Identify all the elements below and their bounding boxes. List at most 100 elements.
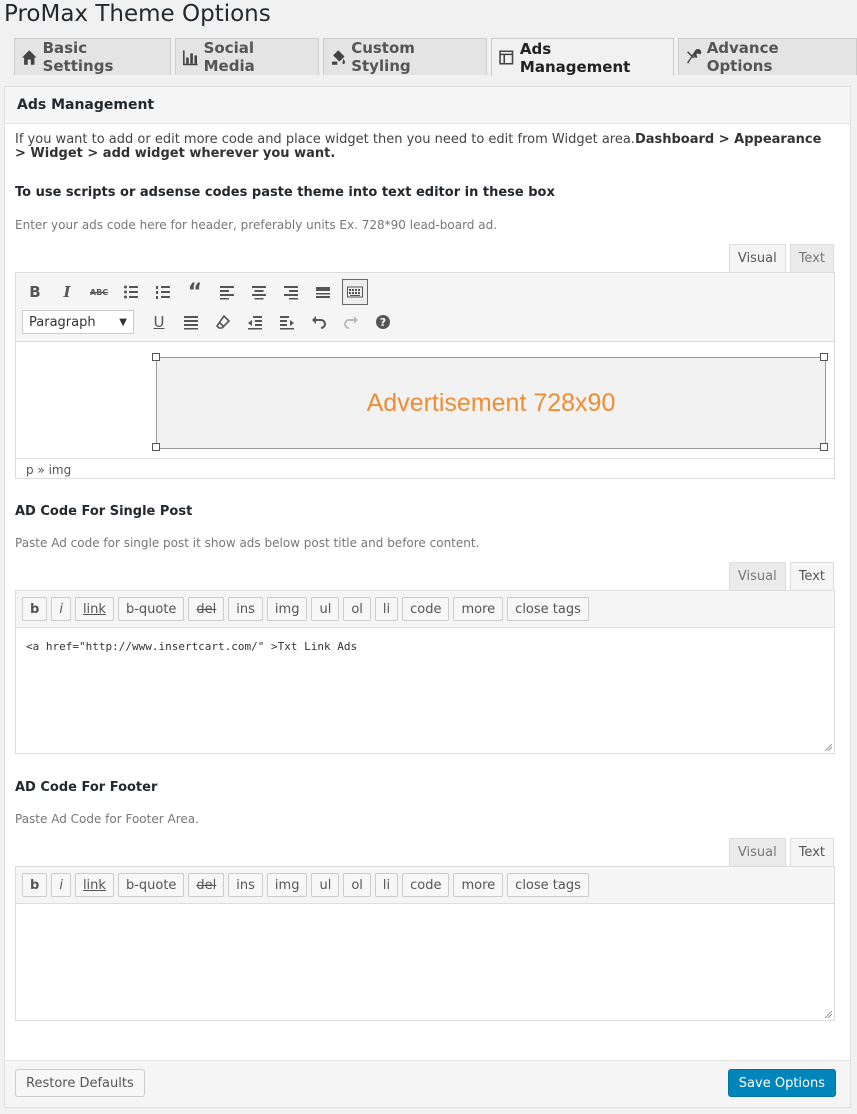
resize-handle-tl[interactable] <box>152 353 160 361</box>
redo-icon <box>344 316 358 329</box>
qt-ins-button[interactable]: ins <box>228 597 263 621</box>
tab-custom-styling[interactable]: Custom Styling <box>322 38 488 75</box>
single-text-tab[interactable]: Text <box>789 562 834 590</box>
footer-ad-editor: b i link b-quote del ins img ul ol li co… <box>15 866 835 1021</box>
scripts-title: To use scripts or adsense codes paste th… <box>15 185 555 200</box>
undo-button[interactable] <box>306 309 332 335</box>
qt-img-button[interactable]: img <box>266 873 308 897</box>
tab-social-media[interactable]: Social Media <box>175 38 319 75</box>
align-right-button[interactable] <box>278 279 304 305</box>
bullet-list-button[interactable] <box>118 279 144 305</box>
element-path: p » img <box>16 458 834 480</box>
toolbar-toggle-button[interactable] <box>342 279 368 305</box>
intro-text: If you want to add or edit more code and… <box>15 132 822 161</box>
qt-li-button[interactable]: li <box>374 597 399 621</box>
single-post-editor: b i link b-quote del ins img ul ol li co… <box>15 590 835 754</box>
qt-more-button[interactable]: more <box>453 873 504 897</box>
qt-more-button[interactable]: more <box>453 597 504 621</box>
qt-link-button[interactable]: link <box>74 597 114 621</box>
panel-footer: Restore Defaults Save Options <box>5 1060 850 1107</box>
tools-icon <box>687 48 702 64</box>
qt-img-button[interactable]: img <box>266 597 308 621</box>
footer-text-tab[interactable]: Text <box>789 838 834 866</box>
qt-ins-button[interactable]: ins <box>228 873 263 897</box>
svg-text:?: ? <box>380 316 386 329</box>
header-text-tab[interactable]: Text <box>789 244 834 272</box>
footer-ad-description: Paste Ad Code for Footer Area. <box>15 812 199 826</box>
chart-icon <box>183 49 198 65</box>
single-post-code-textarea[interactable]: <a href="http://www.insertcart.com/" >Tx… <box>16 628 834 665</box>
align-left-button[interactable] <box>214 279 240 305</box>
resize-handle-bl[interactable] <box>152 443 160 451</box>
qt-blockquote-button[interactable]: b-quote <box>117 597 185 621</box>
bold-button[interactable]: B <box>22 279 48 305</box>
qt-del-button[interactable]: del <box>188 597 225 621</box>
single-editor-mode-tabs: Visual Text <box>728 562 834 590</box>
qt-code-button[interactable]: code <box>402 873 450 897</box>
footer-quicktags: b i link b-quote del ins img ul ol li co… <box>16 867 834 904</box>
bullet-list-icon <box>124 285 138 299</box>
justify-button[interactable] <box>178 309 204 335</box>
outdent-icon <box>248 316 262 330</box>
resize-grip-icon[interactable] <box>824 1010 832 1018</box>
qt-italic-button[interactable]: i <box>51 873 71 897</box>
footer-editor-mode-tabs: Visual Text <box>728 838 834 866</box>
footer-visual-tab[interactable]: Visual <box>728 838 786 866</box>
qt-li-button[interactable]: li <box>374 873 399 897</box>
single-quicktags: b i link b-quote del ins img ul ol li co… <box>16 591 834 628</box>
qt-ul-button[interactable]: ul <box>311 873 340 897</box>
italic-button[interactable]: I <box>54 279 80 305</box>
home-icon <box>22 49 37 65</box>
footer-ad-title: AD Code For Footer <box>15 780 158 795</box>
resize-handle-br[interactable] <box>820 443 828 451</box>
qt-ol-button[interactable]: ol <box>343 873 371 897</box>
clear-formatting-button[interactable] <box>210 309 236 335</box>
format-select[interactable]: Paragraph ▼ <box>22 310 134 334</box>
qt-italic-button[interactable]: i <box>51 597 71 621</box>
resize-grip-icon[interactable] <box>824 743 832 751</box>
eraser-icon <box>215 314 231 329</box>
numbered-list-icon <box>156 286 170 299</box>
blockquote-button[interactable]: “ <box>182 279 208 305</box>
qt-code-button[interactable]: code <box>402 597 450 621</box>
strikethrough-button[interactable]: ABC <box>86 279 112 305</box>
paint-icon <box>331 49 345 65</box>
single-visual-tab[interactable]: Visual <box>728 562 786 590</box>
outdent-button[interactable] <box>242 309 268 335</box>
qt-link-button[interactable]: link <box>74 873 114 897</box>
read-more-button[interactable] <box>310 279 336 305</box>
qt-close-tags-button[interactable]: close tags <box>507 873 589 897</box>
advertisement-image[interactable]: Advertisement 728x90 <box>156 357 826 449</box>
tab-ads-management[interactable]: Ads Management <box>491 38 675 76</box>
qt-bold-button[interactable]: b <box>22 597 48 621</box>
help-icon: ? <box>376 315 390 329</box>
header-ad-canvas[interactable]: Advertisement 728x90 <box>16 342 834 458</box>
qt-del-button[interactable]: del <box>188 873 225 897</box>
header-visual-tab[interactable]: Visual <box>728 244 786 272</box>
resize-handle-tr[interactable] <box>820 353 828 361</box>
align-center-icon <box>252 286 266 300</box>
tab-basic-settings[interactable]: Basic Settings <box>14 38 172 75</box>
restore-defaults-button[interactable]: Restore Defaults <box>15 1069 145 1097</box>
save-options-button[interactable]: Save Options <box>727 1069 836 1097</box>
underline-button[interactable]: U <box>146 309 172 335</box>
qt-bold-button[interactable]: b <box>22 873 48 897</box>
numbered-list-button[interactable] <box>150 279 176 305</box>
indent-button[interactable] <box>274 309 300 335</box>
help-button[interactable]: ? <box>370 309 396 335</box>
visual-toolbar: B I ABC “ Paragraph ▼ U ? <box>16 273 834 342</box>
justify-icon <box>184 316 198 330</box>
tab-advance-options[interactable]: Advance Options <box>678 38 857 75</box>
align-center-button[interactable] <box>246 279 272 305</box>
qt-blockquote-button[interactable]: b-quote <box>117 873 185 897</box>
footer-code-textarea[interactable] <box>16 904 834 928</box>
header-ad-editor: B I ABC “ Paragraph ▼ U ? Advertisement … <box>15 272 835 479</box>
redo-button[interactable] <box>338 309 364 335</box>
align-right-icon <box>284 286 298 300</box>
qt-ul-button[interactable]: ul <box>311 597 340 621</box>
qt-close-tags-button[interactable]: close tags <box>507 597 589 621</box>
qt-ol-button[interactable]: ol <box>343 597 371 621</box>
chevron-down-icon: ▼ <box>119 316 127 328</box>
header-ad-description: Enter your ads code here for header, pre… <box>15 218 498 232</box>
single-post-title: AD Code For Single Post <box>15 504 193 519</box>
